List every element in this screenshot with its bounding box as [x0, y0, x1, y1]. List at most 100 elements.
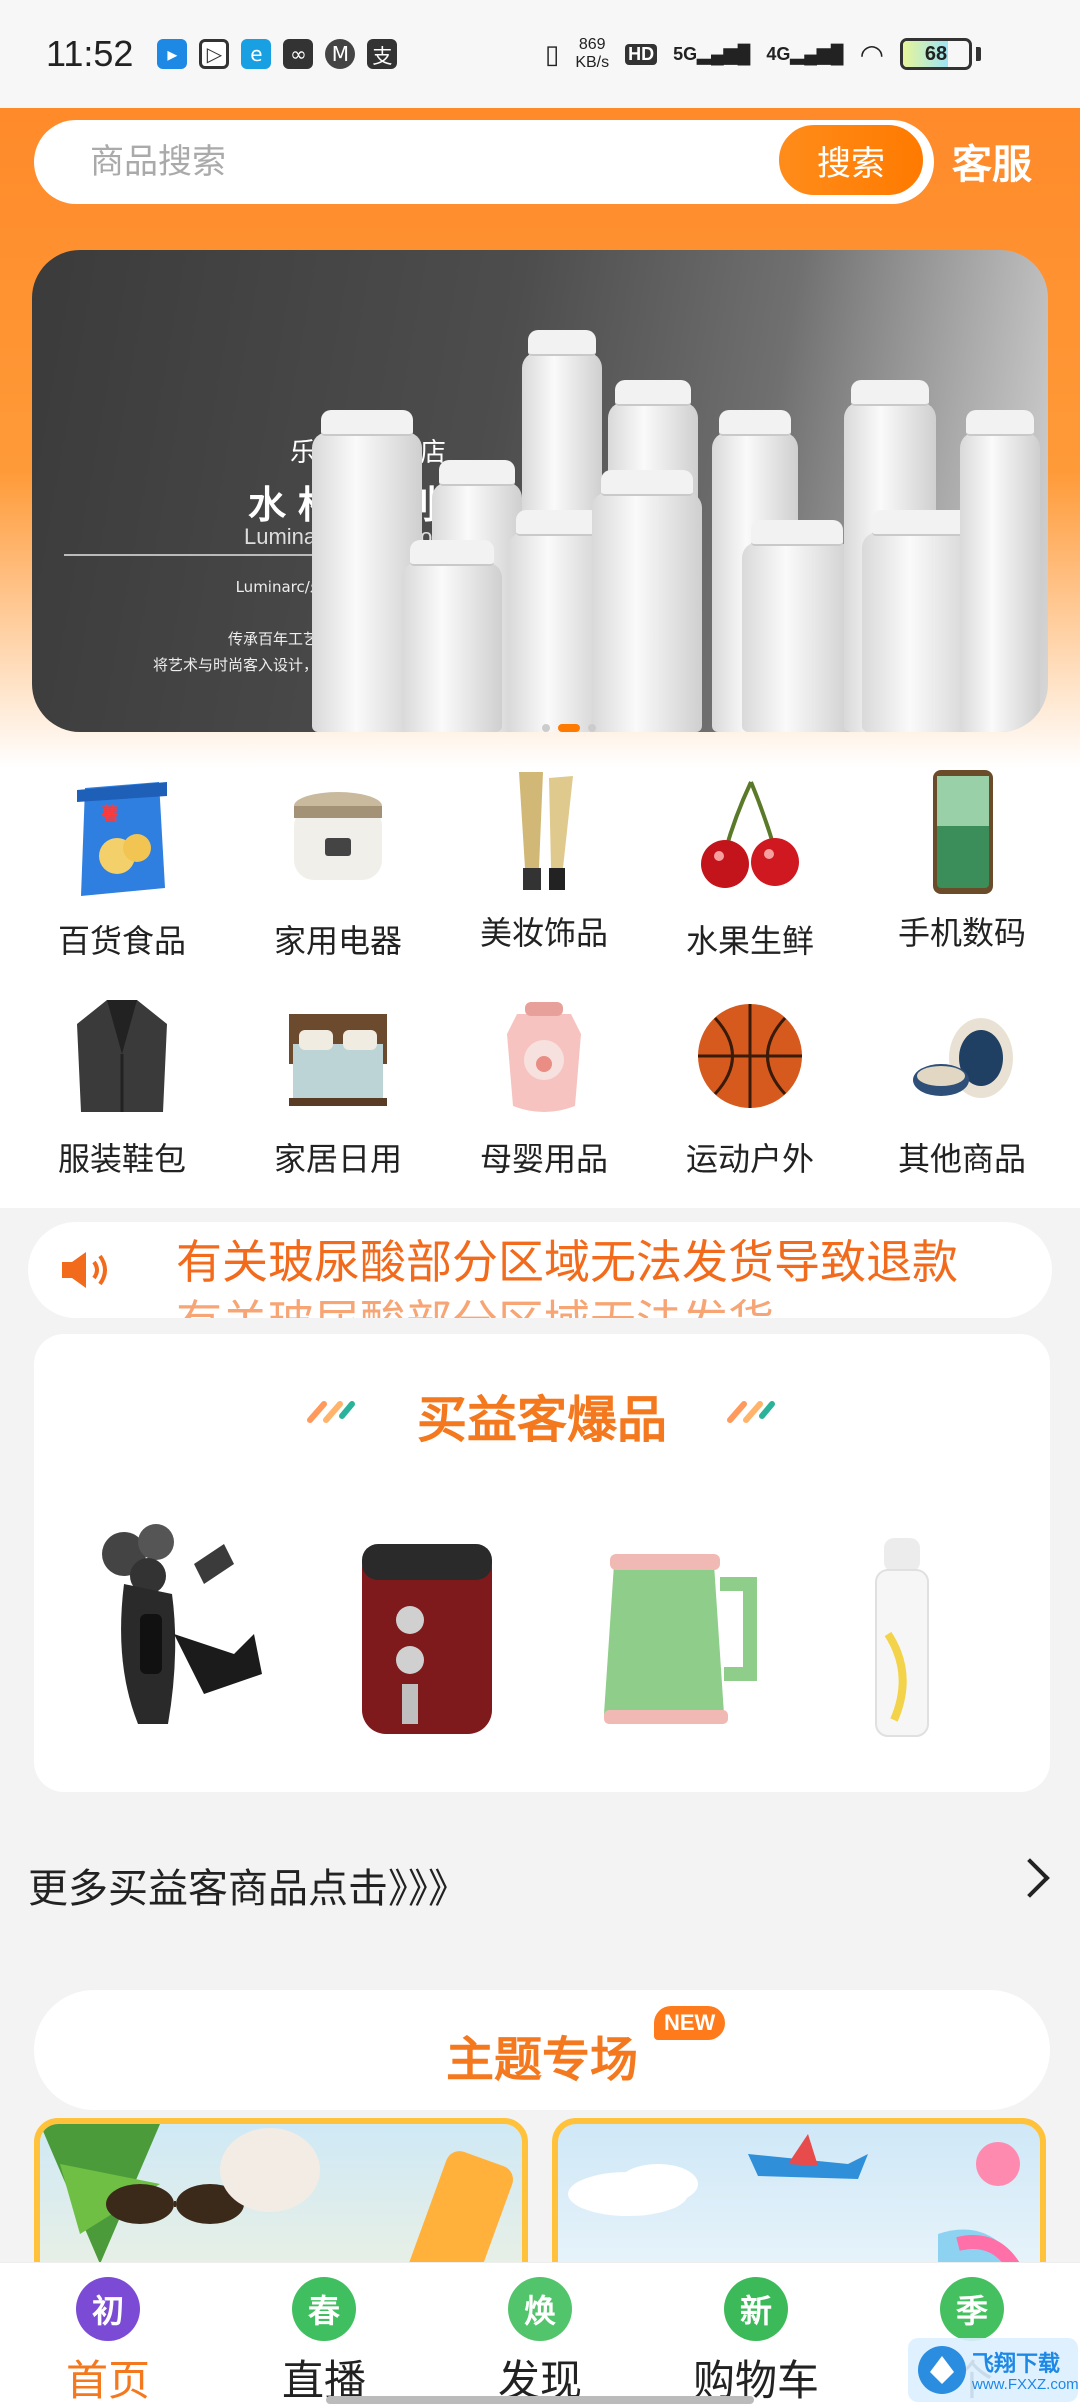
m-app-icon: M	[325, 39, 356, 69]
customer-service-link[interactable]: 客服	[952, 132, 1032, 190]
category-label: 手机数码	[897, 914, 1026, 952]
category-item[interactable]: 家居日用	[230, 994, 446, 1214]
title-decoration-right	[727, 1401, 775, 1423]
rice-cooker-icon	[283, 776, 393, 904]
electric-kettle-icon[interactable]	[574, 1524, 774, 1744]
category-label: 家用电器	[273, 922, 402, 960]
bottle-shape	[402, 540, 502, 732]
spray-bottle-icon[interactable]	[804, 1524, 1004, 1744]
search-input[interactable]	[90, 120, 690, 204]
tab-live[interactable]: 春 直播	[216, 2263, 432, 2408]
more-products-link[interactable]: 更多买益客商品点击》》》	[28, 1856, 468, 1914]
carousel-dots	[542, 724, 596, 732]
cart-icon: 新	[724, 2277, 788, 2341]
category-label: 水果生鲜	[685, 922, 814, 960]
notice-line: 有关玻尿酸部分区域无法发货导致退款	[176, 1235, 958, 1289]
baby-bottle-icon	[489, 994, 599, 1122]
category-label: 其他商品	[897, 1140, 1026, 1178]
hot-products-card: 买益客爆品	[34, 1334, 1050, 1792]
new-badge: NEW	[654, 2006, 726, 2040]
tableware-icon	[907, 994, 1017, 1122]
status-right: ▯ 869 KB/s HD 5G▂▄▆█ 4G▂▄▆█ ◠ 68	[545, 0, 972, 108]
signal-5g-icon: 5G▂▄▆█	[673, 43, 751, 64]
bottle-shape	[592, 470, 702, 732]
category-label: 家居日用	[273, 1140, 402, 1178]
category-label: 百货食品	[57, 922, 186, 960]
cherry-icon	[695, 776, 805, 904]
profile-icon: 季	[940, 2277, 1004, 2341]
battery-level: 68	[924, 42, 948, 65]
smartphone-icon	[907, 768, 1017, 896]
chips-bag-icon: 薯	[67, 776, 177, 904]
net-speed: 869 KB/s	[575, 36, 609, 72]
category-item[interactable]: 运动户外	[642, 994, 858, 1214]
category-item[interactable]: 其他商品	[854, 994, 1070, 1214]
hot-products-title: 买益客爆品	[417, 1391, 667, 1449]
category-grid: 薯 百货食品 家用电器 美妆饰品 水果生鲜 手机数码 服装鞋包 家居日用 母婴用…	[0, 768, 1080, 1208]
basketball-icon	[695, 994, 805, 1122]
watermark-logo-icon	[918, 2346, 966, 2394]
status-app-icons: ▸ ▷ e ∞ M 支	[157, 39, 398, 69]
bluetooth-app-icon: ▸	[157, 39, 188, 69]
category-label: 美妆饰品	[479, 914, 608, 952]
tab-home[interactable]: 初 首页	[0, 2263, 216, 2408]
category-label: 服装鞋包	[57, 1140, 186, 1178]
category-item[interactable]: 水果生鲜	[642, 776, 858, 996]
net-speed-unit: KB/s	[575, 54, 610, 71]
link-app-icon: ∞	[283, 39, 314, 69]
category-item[interactable]: 服装鞋包	[14, 994, 230, 1214]
wifi-icon: ◠	[859, 38, 884, 70]
carousel-dot	[542, 724, 550, 732]
bed-icon	[283, 994, 393, 1122]
battery-tip	[976, 47, 981, 61]
category-item[interactable]: 美妆饰品	[436, 768, 652, 988]
signal-4g-icon: 4G▂▄▆█	[766, 43, 844, 64]
category-label: 运动户外	[685, 1140, 814, 1178]
vibrate-icon: ▯	[545, 38, 560, 69]
live-icon: 春	[292, 2277, 356, 2341]
cosmetic-tube-icon	[489, 768, 599, 896]
category-label: 母婴用品	[479, 1140, 608, 1178]
category-item[interactable]: 薯 百货食品	[14, 776, 230, 996]
category-item[interactable]: 家用电器	[230, 776, 446, 996]
notice-text: 有关玻尿酸部分区域无法发货导致退款 有关玻尿酸部分区域无法发货	[176, 1232, 996, 1318]
bottle-shape	[742, 520, 852, 732]
discover-icon: 焕	[508, 2277, 572, 2341]
speaker-icon	[62, 1252, 107, 1288]
notice-bar[interactable]: 有关玻尿酸部分区域无法发货导致退款 有关玻尿酸部分区域无法发货	[28, 1222, 1052, 1318]
watermark-url: www.FXXZ.com	[972, 2376, 1079, 2393]
watermark-text: 飞翔下载	[972, 2352, 1061, 2377]
battery-icon: 68	[900, 38, 972, 70]
jacket-icon	[67, 994, 177, 1122]
svg-text:薯: 薯	[101, 804, 119, 825]
site-watermark: 飞翔下载 www.FXXZ.com	[908, 2338, 1079, 2402]
chevron-right-icon	[1010, 1858, 1050, 1898]
search-button[interactable]: 搜索	[776, 122, 926, 198]
hd-icon: HD	[625, 43, 658, 65]
water-bottles-image	[312, 250, 1048, 732]
status-bar: 11:52 ▸ ▷ e ∞ M 支 ▯ 869 KB/s HD 5G▂▄▆█ 4…	[0, 0, 1080, 108]
promo-banner[interactable]: 乐美雅旗舰店 水杯系列 Luminarc Brand Book Luminarc…	[32, 250, 1048, 732]
play-icon: ▷	[199, 39, 230, 69]
bottle-shape	[960, 410, 1040, 732]
tab-cart[interactable]: 新 购物车	[648, 2263, 864, 2408]
carousel-dot-active	[558, 724, 580, 732]
more-products-row[interactable]: 更多买益客商品点击》》》	[0, 1826, 1080, 1936]
home-icon: 初	[76, 2277, 140, 2341]
theme-section-header: 主题专场 NEW	[34, 1990, 1050, 2110]
category-item[interactable]: 手机数码	[854, 768, 1070, 988]
tab-label: 首页	[65, 2356, 150, 2405]
e-app-icon: e	[241, 39, 272, 69]
alipay-icon: 支	[367, 39, 398, 69]
status-time: 11:52	[46, 33, 134, 74]
sim1-label: 5G	[673, 43, 698, 64]
shaver-icon[interactable]	[84, 1524, 284, 1744]
gesture-bar[interactable]	[326, 2396, 754, 2404]
tab-discover[interactable]: 焕 发现	[432, 2263, 648, 2408]
air-fryer-icon[interactable]	[324, 1524, 524, 1744]
carousel-dot	[588, 724, 596, 732]
net-speed-value: 869	[578, 36, 606, 53]
sim2-label: 4G	[766, 43, 791, 64]
notice-line-next: 有关玻尿酸部分区域无法发货	[176, 1292, 996, 1318]
category-item[interactable]: 母婴用品	[436, 994, 652, 1214]
